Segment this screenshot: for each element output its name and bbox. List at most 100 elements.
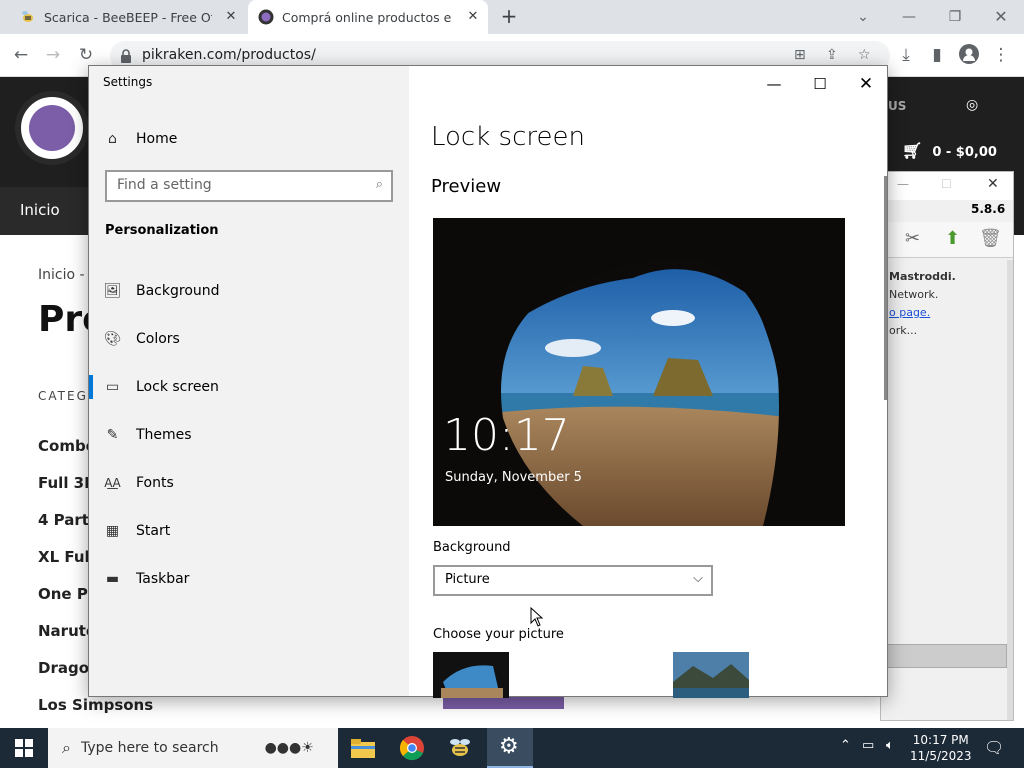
palette-icon: 🎨︎ [103,331,122,347]
translate-icon[interactable]: ⊞ [794,47,806,63]
page-title: Lock screen [431,122,585,152]
site-logo[interactable] [15,91,89,165]
sidebar-item-label: Colors [136,331,180,347]
sidebar-item-background[interactable]: 🖼︎ Background [89,267,409,315]
lock-icon [120,48,132,63]
cart-total[interactable]: 🛒︎ 0 - $0,00 [902,141,997,160]
maximize-icon[interactable]: ☐ [941,177,952,191]
picture-thumbnail[interactable] [433,652,509,698]
taskbar-search-input[interactable]: ⌕ Type here to search ●●●☀ [48,728,338,768]
fonts-icon: A͟A [104,476,121,490]
windows-taskbar: ⌕ Type here to search ●●●☀ ⚙ ⌃ ▭ 🔈︎ 10:1… [0,728,1024,768]
tools-icon[interactable]: ✂ [905,228,920,249]
preview-clock: 10:17 [443,410,570,461]
beebeep-version: 5.8.6 [971,202,1006,216]
themes-icon: ✎ [106,427,119,443]
settings-scrollbar[interactable] [884,176,887,400]
volume-muted-icon[interactable]: 🔈︎ [886,738,894,753]
beebeep-icon[interactable] [446,734,474,762]
tab-title: Comprá online productos en pi [282,9,452,25]
minimize-icon[interactable]: — [897,177,909,191]
settings-sidebar: Settings ⌂ Home Find a setting ⌕ Persona… [89,66,409,696]
sidebar-item-lock-screen[interactable]: ▭ Lock screen [89,363,409,411]
tab-beebeep[interactable]: Scarica - BeeBEEP - Free Office ✕ [10,0,246,34]
update-icon[interactable]: ⬆ [945,228,960,249]
tab-pikraken[interactable]: Comprá online productos en pi ✕ [248,0,488,34]
maximize-button[interactable]: ☐ [797,70,843,98]
sidebar-item-taskbar[interactable]: ▬ Taskbar [89,555,409,603]
category-link[interactable]: XL Full [38,548,95,566]
nav-home[interactable]: ⌂ Home [89,115,409,163]
lock-screen-icon: ▭ [105,379,120,395]
cart-icon: 🛒︎ [902,141,923,160]
restore-icon[interactable]: ❐ [944,6,966,28]
window-title: Settings [103,75,153,89]
sidebar-item-label: Taskbar [136,571,190,587]
sidebar-item-label: Themes [136,427,192,443]
search-input[interactable]: Find a setting ⌕ [105,170,393,202]
close-tab-icon[interactable]: ✕ [222,8,240,26]
taskbar-icon: ▬ [105,571,120,587]
back-arrow-icon[interactable]: ← [10,44,32,66]
beebeep-window: — ☐ ✕ 5.8.6 ✂ ⬆ 🗑︎ Mastroddi. Network. o… [880,171,1014,721]
menu-dots-icon[interactable]: ⋮ [990,44,1012,66]
start-button[interactable] [0,728,48,768]
file-explorer-icon[interactable] [349,734,377,762]
new-tab-button[interactable]: + [498,6,520,28]
minimize-button[interactable]: — [751,70,797,98]
forward-arrow-icon[interactable]: → [42,44,64,66]
category-link[interactable]: Los Simpsons [38,696,153,714]
beebeep-scrollbar[interactable] [1007,260,1013,720]
taskbar-search-placeholder: Type here to search [80,740,219,756]
gear-icon: ⚙ [499,734,519,759]
chrome-icon[interactable] [398,734,426,762]
beebeep-line: Mastroddi. [889,270,956,283]
sidebar-item-fonts[interactable]: A͟A Fonts [89,459,409,507]
header-text: US [888,99,907,113]
bookmark-star-icon[interactable]: ☆ [858,47,871,63]
search-placeholder: Find a setting [117,177,212,193]
background-label: Background [433,540,511,555]
windows-logo-icon [15,739,33,757]
side-panel-icon[interactable]: ▮ [926,44,948,66]
sidebar-item-themes[interactable]: ✎ Themes [89,411,409,459]
beebeep-content: Mastroddi. Network. o page. ork... [889,268,956,340]
settings-taskbar-button[interactable]: ⚙ [487,728,533,768]
tab-search-icon[interactable]: ⌄ [852,6,874,28]
section-heading: Personalization [105,223,219,238]
profile-avatar-icon[interactable] [958,44,980,66]
close-icon[interactable]: ✕ [990,6,1012,28]
notifications-icon[interactable]: 🗨︎ [984,738,1004,757]
nav-inicio[interactable]: Inicio [0,187,88,235]
preview-date: Sunday, November 5 [445,470,582,485]
chevron-down-icon: ⌵ [693,571,703,586]
sidebar-item-label: Lock screen [136,379,219,395]
close-tab-icon[interactable]: ✕ [464,8,482,26]
reload-icon[interactable]: ↻ [75,44,97,66]
taskbar-date: 11/5/2023 [910,749,972,763]
network-icon[interactable]: ▭ [862,738,874,753]
sidebar-item-label: Start [136,523,171,539]
minimize-icon[interactable]: — [898,6,920,28]
share-icon[interactable]: ⇪ [826,47,838,63]
trash-icon[interactable]: 🗑︎ [979,228,1002,249]
download-icon[interactable]: ⤓ [895,44,917,66]
sidebar-item-colors[interactable]: 🎨︎ Colors [89,315,409,363]
nav-home-label: Home [136,131,178,147]
background-select[interactable]: Picture ⌵ [433,565,713,596]
beebeep-link[interactable]: o page. [889,304,956,322]
sidebar-item-start[interactable]: ▦ Start [89,507,409,555]
close-button[interactable]: ✕ [843,70,889,98]
browser-tab-strip: Scarica - BeeBEEP - Free Office ✕ Comprá… [0,0,1024,34]
search-icon: ⌕ [375,177,383,192]
background-selected-value: Picture [445,572,490,587]
product-button[interactable] [443,697,564,709]
instagram-icon[interactable]: ◎ [966,97,978,113]
show-hidden-icons-icon[interactable]: ⌃ [840,738,851,753]
close-icon[interactable]: ✕ [987,176,999,192]
beebeep-toolbar: ✂ ⬆ 🗑︎ [881,222,1013,258]
picture-thumbnail[interactable] [673,652,749,698]
taskbar-clock[interactable]: 10:17 PM 11/5/2023 [910,732,972,764]
sidebar-item-label: Fonts [136,475,174,491]
sidebar-item-label: Background [136,283,220,299]
